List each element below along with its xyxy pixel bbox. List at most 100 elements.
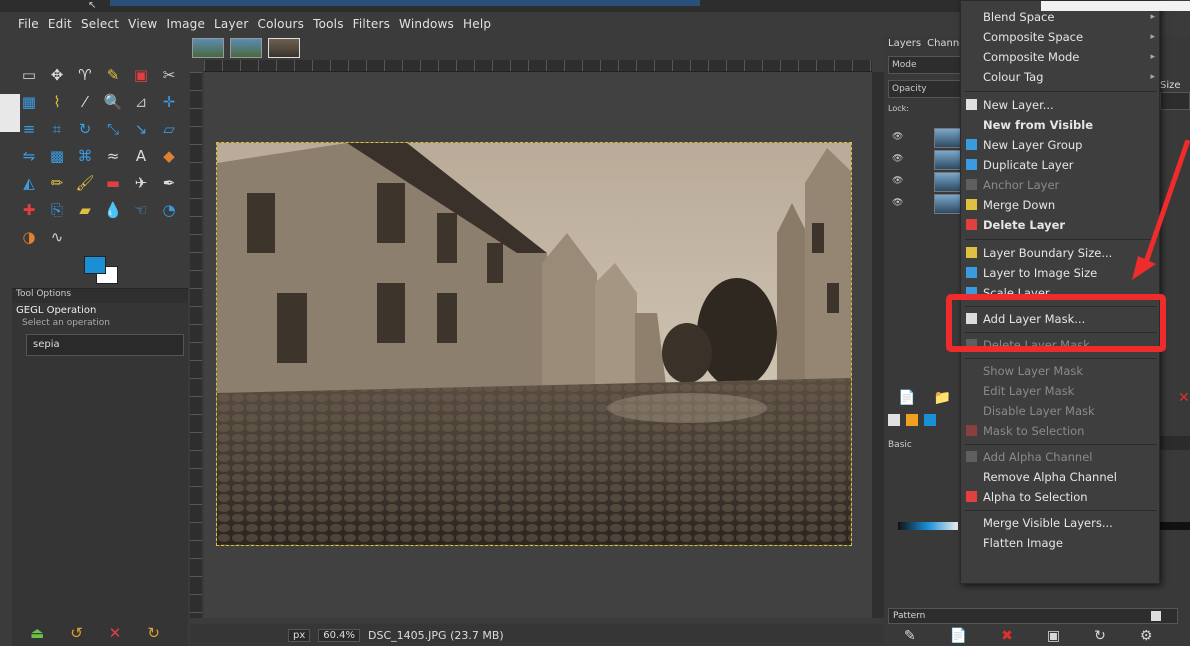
pattern-swatch[interactable] (1151, 611, 1161, 621)
bucket-fill-icon[interactable]: ◆ (158, 145, 180, 167)
menu-item-composite-space[interactable]: Composite Space ▸ (961, 27, 1161, 47)
pencil-icon[interactable]: ✏ (46, 172, 68, 194)
refresh-icon[interactable]: ↻ (1094, 628, 1106, 644)
menu-item-composite-mode[interactable]: Composite Mode ▸ (961, 47, 1161, 67)
dodge-icon[interactable]: ◔ (158, 199, 180, 221)
pattern-field[interactable]: Pattern (888, 608, 1178, 624)
menu-filters[interactable]: Filters (353, 17, 390, 31)
menu-image[interactable]: Image (166, 17, 205, 31)
visibility-eye-icon[interactable]: 👁 (892, 176, 903, 186)
zoom-selector[interactable]: 60.4% (318, 628, 361, 642)
reset-icon[interactable]: ↻ (147, 624, 160, 642)
paintbrush-icon[interactable]: 🖌 (74, 172, 96, 194)
menu-view[interactable]: View (128, 17, 157, 31)
desaturate-icon[interactable]: ◑ (18, 226, 40, 248)
menu-item-remove-alpha-channel[interactable]: Remove Alpha Channel (961, 467, 1161, 487)
curves-icon[interactable]: ∿ (46, 226, 68, 248)
menu-file[interactable]: File (18, 17, 39, 31)
operation-combo[interactable]: sepia (26, 334, 184, 356)
save-preset-icon[interactable]: ⏏ (30, 624, 44, 642)
perspective-icon[interactable]: ▱ (158, 118, 180, 140)
blur-icon[interactable]: 💧 (102, 199, 124, 221)
channel-swatch[interactable] (906, 414, 918, 426)
visibility-eye-icon[interactable]: 👁 (892, 198, 903, 208)
rect-select-icon[interactable]: ▭ (18, 64, 40, 86)
menu-edit[interactable]: Edit (48, 17, 72, 31)
new-layer-icon[interactable]: 📄 (898, 390, 915, 406)
scissors-icon[interactable]: ✂ (158, 64, 180, 86)
canvas-area[interactable] (204, 72, 872, 618)
cage-icon[interactable]: ▩ (46, 145, 68, 167)
paths-icon[interactable]: ⌇ (46, 91, 68, 113)
delete-icon[interactable]: ✖ (1001, 628, 1013, 644)
side-panel-field[interactable] (1160, 92, 1190, 110)
menu-item-flatten-image[interactable]: Flatten Image (961, 533, 1161, 553)
heal-icon[interactable]: ✚ (18, 199, 40, 221)
menu-item-blend-space[interactable]: Blend Space ▸ (961, 7, 1161, 27)
image-tab[interactable] (192, 38, 224, 58)
edit-icon[interactable]: ✎ (904, 628, 916, 644)
layer-opacity-field[interactable]: Opacity (888, 80, 962, 98)
smudge-icon[interactable]: ☜ (130, 199, 152, 221)
foreground-color-swatch[interactable] (84, 256, 106, 274)
delete-icon[interactable]: ✕ (1178, 390, 1190, 406)
menu-windows[interactable]: Windows (399, 17, 454, 31)
color-select-icon[interactable]: ▣ (130, 64, 152, 86)
rotate-icon[interactable]: ↻ (74, 118, 96, 140)
align-icon[interactable]: ≡ (18, 118, 40, 140)
menu-tools[interactable]: Tools (313, 17, 344, 31)
menu-select[interactable]: Select (81, 17, 119, 31)
unified-transform-icon[interactable]: ⌘ (74, 145, 96, 167)
menu-help[interactable]: Help (463, 17, 491, 31)
tool-options-tab[interactable]: Tool Options (12, 289, 188, 303)
scale-icon[interactable]: ⤡ (102, 118, 124, 140)
lasso-icon[interactable]: ♈ (74, 64, 96, 86)
menu-item-merge-visible-layers[interactable]: Merge Visible Layers... (961, 513, 1161, 533)
raise-layer-icon[interactable]: 📁 (933, 390, 950, 406)
airbrush-icon[interactable]: ✈ (130, 172, 152, 194)
warp-icon[interactable]: ≈ (102, 145, 124, 167)
horizontal-ruler[interactable] (204, 60, 872, 72)
menu-item-new-from-visible[interactable]: New from Visible (961, 115, 1161, 135)
unit-selector[interactable]: px (288, 628, 311, 642)
gradient-preview[interactable] (898, 522, 958, 530)
layer-mode-combo[interactable]: Mode (888, 56, 962, 74)
foreground-select-icon[interactable]: ▦ (18, 91, 40, 113)
eraser-icon[interactable]: ▬ (102, 172, 124, 194)
color-picker-icon[interactable]: ⁄ (74, 91, 96, 113)
menu-item-new-layer[interactable]: New Layer... (961, 95, 1161, 115)
channel-swatch[interactable] (888, 414, 900, 426)
save-icon[interactable]: ▣ (1047, 628, 1060, 644)
free-select-icon[interactable]: ✥ (46, 64, 68, 86)
fuzzy-select-icon[interactable]: ✎ (102, 64, 124, 86)
menu-colours[interactable]: Colours (258, 17, 305, 31)
visibility-eye-icon[interactable]: 👁 (892, 132, 903, 142)
zoom-icon[interactable]: 🔍 (102, 91, 124, 113)
menu-item-alpha-to-selection[interactable]: Alpha to Selection (961, 487, 1161, 507)
measure-icon[interactable]: ⊿ (130, 91, 152, 113)
text-icon[interactable]: A (130, 145, 152, 167)
tab-layers[interactable]: Layers (888, 38, 921, 49)
image-tab-active[interactable] (268, 38, 300, 58)
vertical-scrollbar[interactable] (872, 72, 884, 618)
vertical-ruler[interactable] (190, 72, 202, 618)
settings-icon[interactable]: ⚙ (1140, 628, 1153, 644)
clone-icon[interactable]: ⎘ (46, 199, 68, 221)
crop-icon[interactable]: ⌗ (46, 118, 68, 140)
ink-icon[interactable]: ✒ (158, 172, 180, 194)
menu-item-colour-tag[interactable]: Colour Tag ▸ (961, 67, 1161, 87)
image-canvas[interactable] (216, 142, 852, 546)
visibility-eye-icon[interactable]: 👁 (892, 154, 903, 164)
channel-swatch[interactable] (924, 414, 936, 426)
flip-icon[interactable]: ⇋ (18, 145, 40, 167)
menu-layer[interactable]: Layer (214, 17, 248, 31)
fg-bg-colors[interactable] (82, 256, 122, 286)
delete-icon[interactable]: ✕ (109, 624, 122, 642)
image-tab[interactable] (230, 38, 262, 58)
perspective-clone-icon[interactable]: ▰ (74, 199, 96, 221)
shear-icon[interactable]: ↘ (130, 118, 152, 140)
restore-icon[interactable]: ↺ (70, 624, 83, 642)
move-icon[interactable]: ✛ (158, 91, 180, 113)
gradient-icon[interactable]: ◭ (18, 172, 40, 194)
new-icon[interactable]: 📄 (950, 628, 967, 644)
